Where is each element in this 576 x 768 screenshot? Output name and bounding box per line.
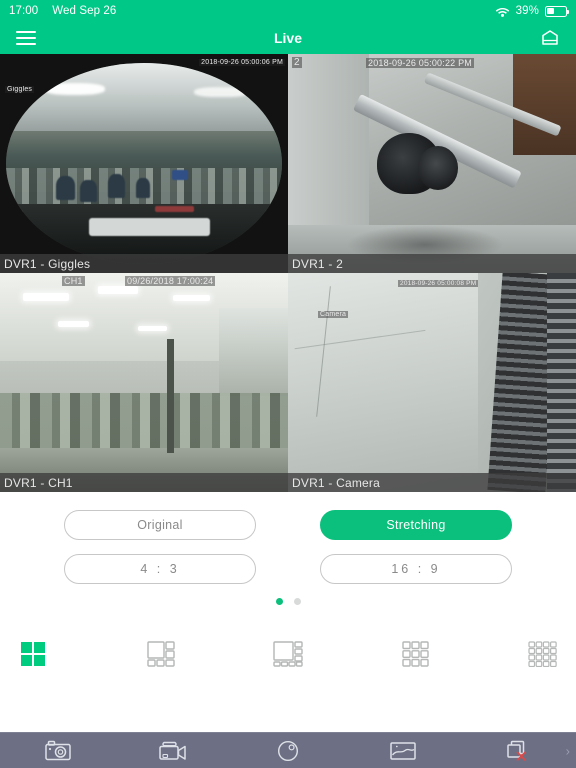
camera-osd-name-2: 2 — [292, 57, 302, 68]
layout-8-icon[interactable] — [265, 638, 311, 670]
status-date: Wed Sep 26 — [52, 5, 117, 17]
toolbar-expand-chevron-icon[interactable]: › — [566, 743, 570, 758]
live-view-screen: 17:00 Wed Sep 26 39% Live Giggles 2018-0… — [0, 0, 576, 768]
camera-tile-4[interactable]: Camera 2018-09-26 05:00:08 PM DVR1 - Cam… — [288, 273, 576, 492]
camera-tile-3[interactable]: CH1 09/26/2018 17:00:24 DVR1 - CH1 — [0, 273, 288, 492]
status-time: 17:00 — [9, 5, 39, 17]
camera-osd-time-3: 09/26/2018 17:00:24 — [125, 276, 216, 286]
audio-mute-icon[interactable] — [230, 733, 345, 768]
status-right-cluster: 39% — [495, 5, 570, 17]
camera-tile-2[interactable]: 2 2018-09-26 05:00:22 PM DVR1 - 2 — [288, 54, 576, 273]
camera-label-4: DVR1 - Camera — [288, 473, 576, 492]
status-bar: 17:00 Wed Sep 26 39% — [0, 0, 576, 22]
dvr-device-icon[interactable] — [540, 29, 560, 47]
camera-video-2 — [288, 54, 576, 273]
page-indicator — [0, 598, 576, 605]
page-title: Live — [273, 30, 302, 46]
bottom-toolbar: › — [0, 732, 576, 768]
camera-osd-name-3: CH1 — [62, 276, 85, 286]
camera-osd-time-2: 2018-09-26 05:00:22 PM — [366, 58, 474, 68]
aspect-row-1: Original Stretching — [0, 510, 576, 540]
hamburger-menu-icon[interactable] — [16, 31, 36, 45]
layout-16-grid-icon[interactable] — [520, 638, 566, 670]
aspect-4-3-button[interactable]: 4 : 3 — [64, 554, 256, 584]
layout-6-icon[interactable] — [138, 638, 184, 670]
camera-osd-name-4: Camera — [318, 311, 349, 318]
snapshot-camera-icon[interactable] — [0, 733, 115, 768]
battery-percent-label: 39% — [515, 5, 539, 17]
image-playback-icon[interactable] — [346, 733, 461, 768]
aspect-row-2: 4 : 3 16 : 9 — [0, 554, 576, 584]
aspect-original-button[interactable]: Original — [64, 510, 256, 540]
aspect-ratio-panel: Original Stretching 4 : 3 16 : 9 — [0, 492, 576, 584]
camera-video-4 — [288, 273, 576, 492]
camera-video-3 — [0, 273, 288, 492]
page-dot-2[interactable] — [293, 598, 301, 605]
wifi-icon — [495, 6, 510, 17]
camera-label-2: DVR1 - 2 — [288, 254, 576, 273]
page-dot-1[interactable] — [275, 598, 283, 605]
record-video-icon[interactable] — [115, 733, 230, 768]
nav-bar: Live — [0, 22, 576, 54]
close-all-streams-icon[interactable]: › — [461, 733, 576, 768]
camera-osd-name-1: Giggles — [5, 86, 35, 93]
battery-icon — [545, 5, 570, 17]
camera-osd-time-4: 2018-09-26 05:00:08 PM — [398, 280, 479, 287]
layout-9-grid-icon[interactable] — [393, 638, 439, 670]
camera-tile-1[interactable]: Giggles 2018-09-26 05:00:06 PM DVR1 - Gi… — [0, 54, 288, 273]
aspect-16-9-button[interactable]: 16 : 9 — [320, 554, 512, 584]
camera-osd-time-1: 2018-09-26 05:00:06 PM — [199, 59, 285, 66]
camera-label-3: DVR1 - CH1 — [0, 473, 288, 492]
layout-selector — [0, 637, 576, 671]
camera-video-1 — [0, 54, 288, 273]
camera-grid: Giggles 2018-09-26 05:00:06 PM DVR1 - Gi… — [0, 54, 576, 492]
aspect-stretching-button[interactable]: Stretching — [320, 510, 512, 540]
camera-label-1: DVR1 - Giggles — [0, 254, 288, 273]
layout-4-grid-icon[interactable] — [10, 638, 56, 670]
